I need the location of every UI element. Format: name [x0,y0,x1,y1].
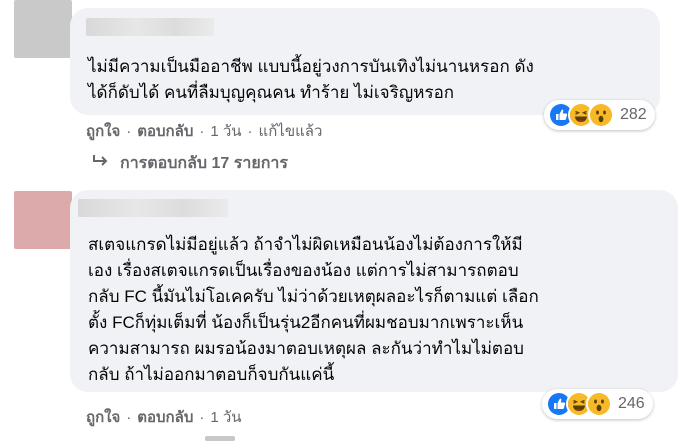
reaction-count: 282 [620,106,647,123]
reply-arrow-icon [92,154,110,173]
comment-text-line: ไม่มีความเป็นมืออาชีพ แบบนี้อยู่วงการบัน… [88,57,534,76]
next-comment-fragment [205,436,235,441]
comment-text-line: ความสามารถ ผมรอน้องมาตอบเหตุผล ละกันว่าท… [88,339,524,358]
wow-icon [588,102,614,128]
commenter-name-redacted[interactable] [86,18,214,36]
separator-dot: · [199,123,205,140]
separator-dot: · [126,409,132,426]
comment-text-line: กลับ FC นี้มันไม่โอเคครับ ไม่ว่าด้วยเหตุ… [88,287,539,306]
comment-bubble: สเตจแกรดไม่มีอยู่แล้ว ถ้าจำไม่ผิดเหมือนน… [70,190,678,392]
separator-dot: · [247,123,253,140]
view-replies-link[interactable]: การตอบกลับ 17 รายการ [92,151,288,176]
comment-text-line: ตั้ง FCก็ทุ่มเต็มที่ น้องก็เป็นรุ่น2อีกค… [88,313,524,332]
reaction-summary[interactable]: 246 [542,389,653,419]
like-button[interactable]: ถูกใจ [86,123,120,140]
comment-actions: ถูกใจ · ตอบกลับ · 1 วัน · แก้ไขแล้ว [86,119,322,143]
reply-button[interactable]: ตอบกลับ [137,409,193,426]
commenter-name-redacted[interactable] [78,199,228,217]
comment-actions: ถูกใจ · ตอบกลับ · 1 วัน [86,405,242,429]
comment-text-line: เอง เรื่องสเตจแกรดเป็นเรื่องของน้อง แต่ก… [88,261,519,280]
separator-dot: · [199,409,205,426]
timestamp-link[interactable]: 1 วัน [210,409,241,426]
avatar[interactable] [14,191,72,249]
comment-text-line: กลับ ถ้าไม่ออกมาตอบก็จบกันแค่นี้ [88,365,335,384]
comment-text-line: ได้ก็ดับได้ คนที่ลืมบุญคุณคน ทำร้าย ไม่เ… [88,83,455,102]
comment-text-line: สเตจแกรดไม่มีอยู่แล้ว ถ้าจำไม่ผิดเหมือนน… [88,235,523,254]
reply-button[interactable]: ตอบกลับ [137,123,193,140]
replies-count-text[interactable]: การตอบกลับ 17 รายการ [120,155,288,172]
avatar[interactable] [14,0,72,58]
comment-bubble: ไม่มีความเป็นมืออาชีพ แบบนี้อยู่วงการบัน… [70,8,660,115]
timestamp-link[interactable]: 1 วัน [210,123,241,140]
reaction-count: 246 [618,395,645,412]
reaction-summary[interactable]: 282 [544,100,655,130]
edited-label[interactable]: แก้ไขแล้ว [259,123,323,140]
wow-icon [586,391,612,417]
separator-dot: · [126,123,132,140]
like-button[interactable]: ถูกใจ [86,409,120,426]
